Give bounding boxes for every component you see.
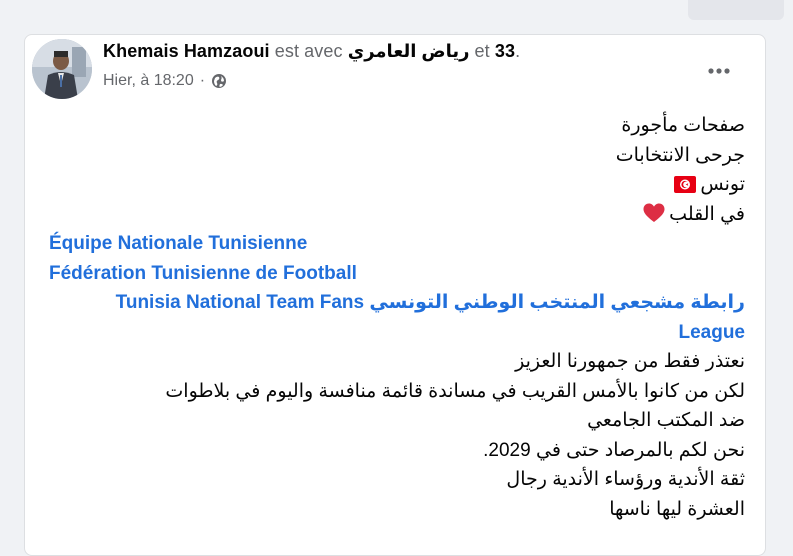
more-options-button[interactable] [701,53,737,89]
page-tag-equipe-nationale[interactable]: Équipe Nationale Tunisienne [49,233,307,254]
more-options-icon [708,68,730,74]
text-line: نحن لكم بالمرصاد حتى في 2029. [483,439,745,461]
page-tag-fans-league[interactable]: رابطة مشجعي المنتخب الوطني التونسي Tunis… [116,292,745,313]
text-line: نعتذر فقط من جمهورنا العزيز [515,351,745,372]
post-meta: Hier, à 18:20 · [103,72,227,90]
text-line-flag: تونس [49,170,745,200]
text-line: جرحى الانتخابات [615,144,745,166]
tag-line: League [49,318,745,348]
tagged-name[interactable]: رياض العامري [348,41,470,61]
others-count[interactable]: 33 [495,41,515,61]
tag-line: رابطة مشجعي المنتخب الوطني التونسي Tunis… [49,288,745,318]
avatar[interactable] [32,39,92,99]
post-header: Khemais Hamzaoui est avec رياض العامري e… [103,41,520,62]
separator: · [199,72,206,89]
post-card: Khemais Hamzaoui est avec رياض العامري e… [24,34,766,556]
text-line: ضد المكتب الجامعي [587,410,745,431]
tunisia-flag-icon [674,173,697,203]
and-text: et [474,41,490,61]
tag-line: Équipe Nationale Tunisienne [49,229,745,259]
red-heart-icon [643,203,665,233]
text-line: صفحات مأجورة [621,115,745,136]
tag-line: Fédération Tunisienne de Football [49,259,745,289]
text-line: العشرة ليها ناسها [609,498,745,520]
page-tag-federation[interactable]: Fédération Tunisienne de Football [49,263,357,284]
timestamp[interactable]: Hier, à 18:20 [103,72,194,90]
with-text: est avec [274,41,343,61]
text-line-heart: في القلب [49,200,745,230]
author-name[interactable]: Khemais Hamzaoui [103,41,270,61]
page-tag-fans-league-cont[interactable]: League [678,322,745,343]
text-line: لكن من كانوا بالأمس القريب في مساندة قائ… [165,380,745,402]
text-line: ثقة الأندية ورؤساء الأندية رجال [506,469,745,490]
heart-text: في القلب [669,203,745,225]
country-text: تونس [700,174,745,195]
top-right-button[interactable] [688,0,784,20]
suffix: . [515,41,521,61]
avatar-image [32,39,92,99]
post-body: صفحات مأجورة جرحى الانتخابات تونس في الق… [49,111,745,524]
globe-icon[interactable] [211,73,227,89]
